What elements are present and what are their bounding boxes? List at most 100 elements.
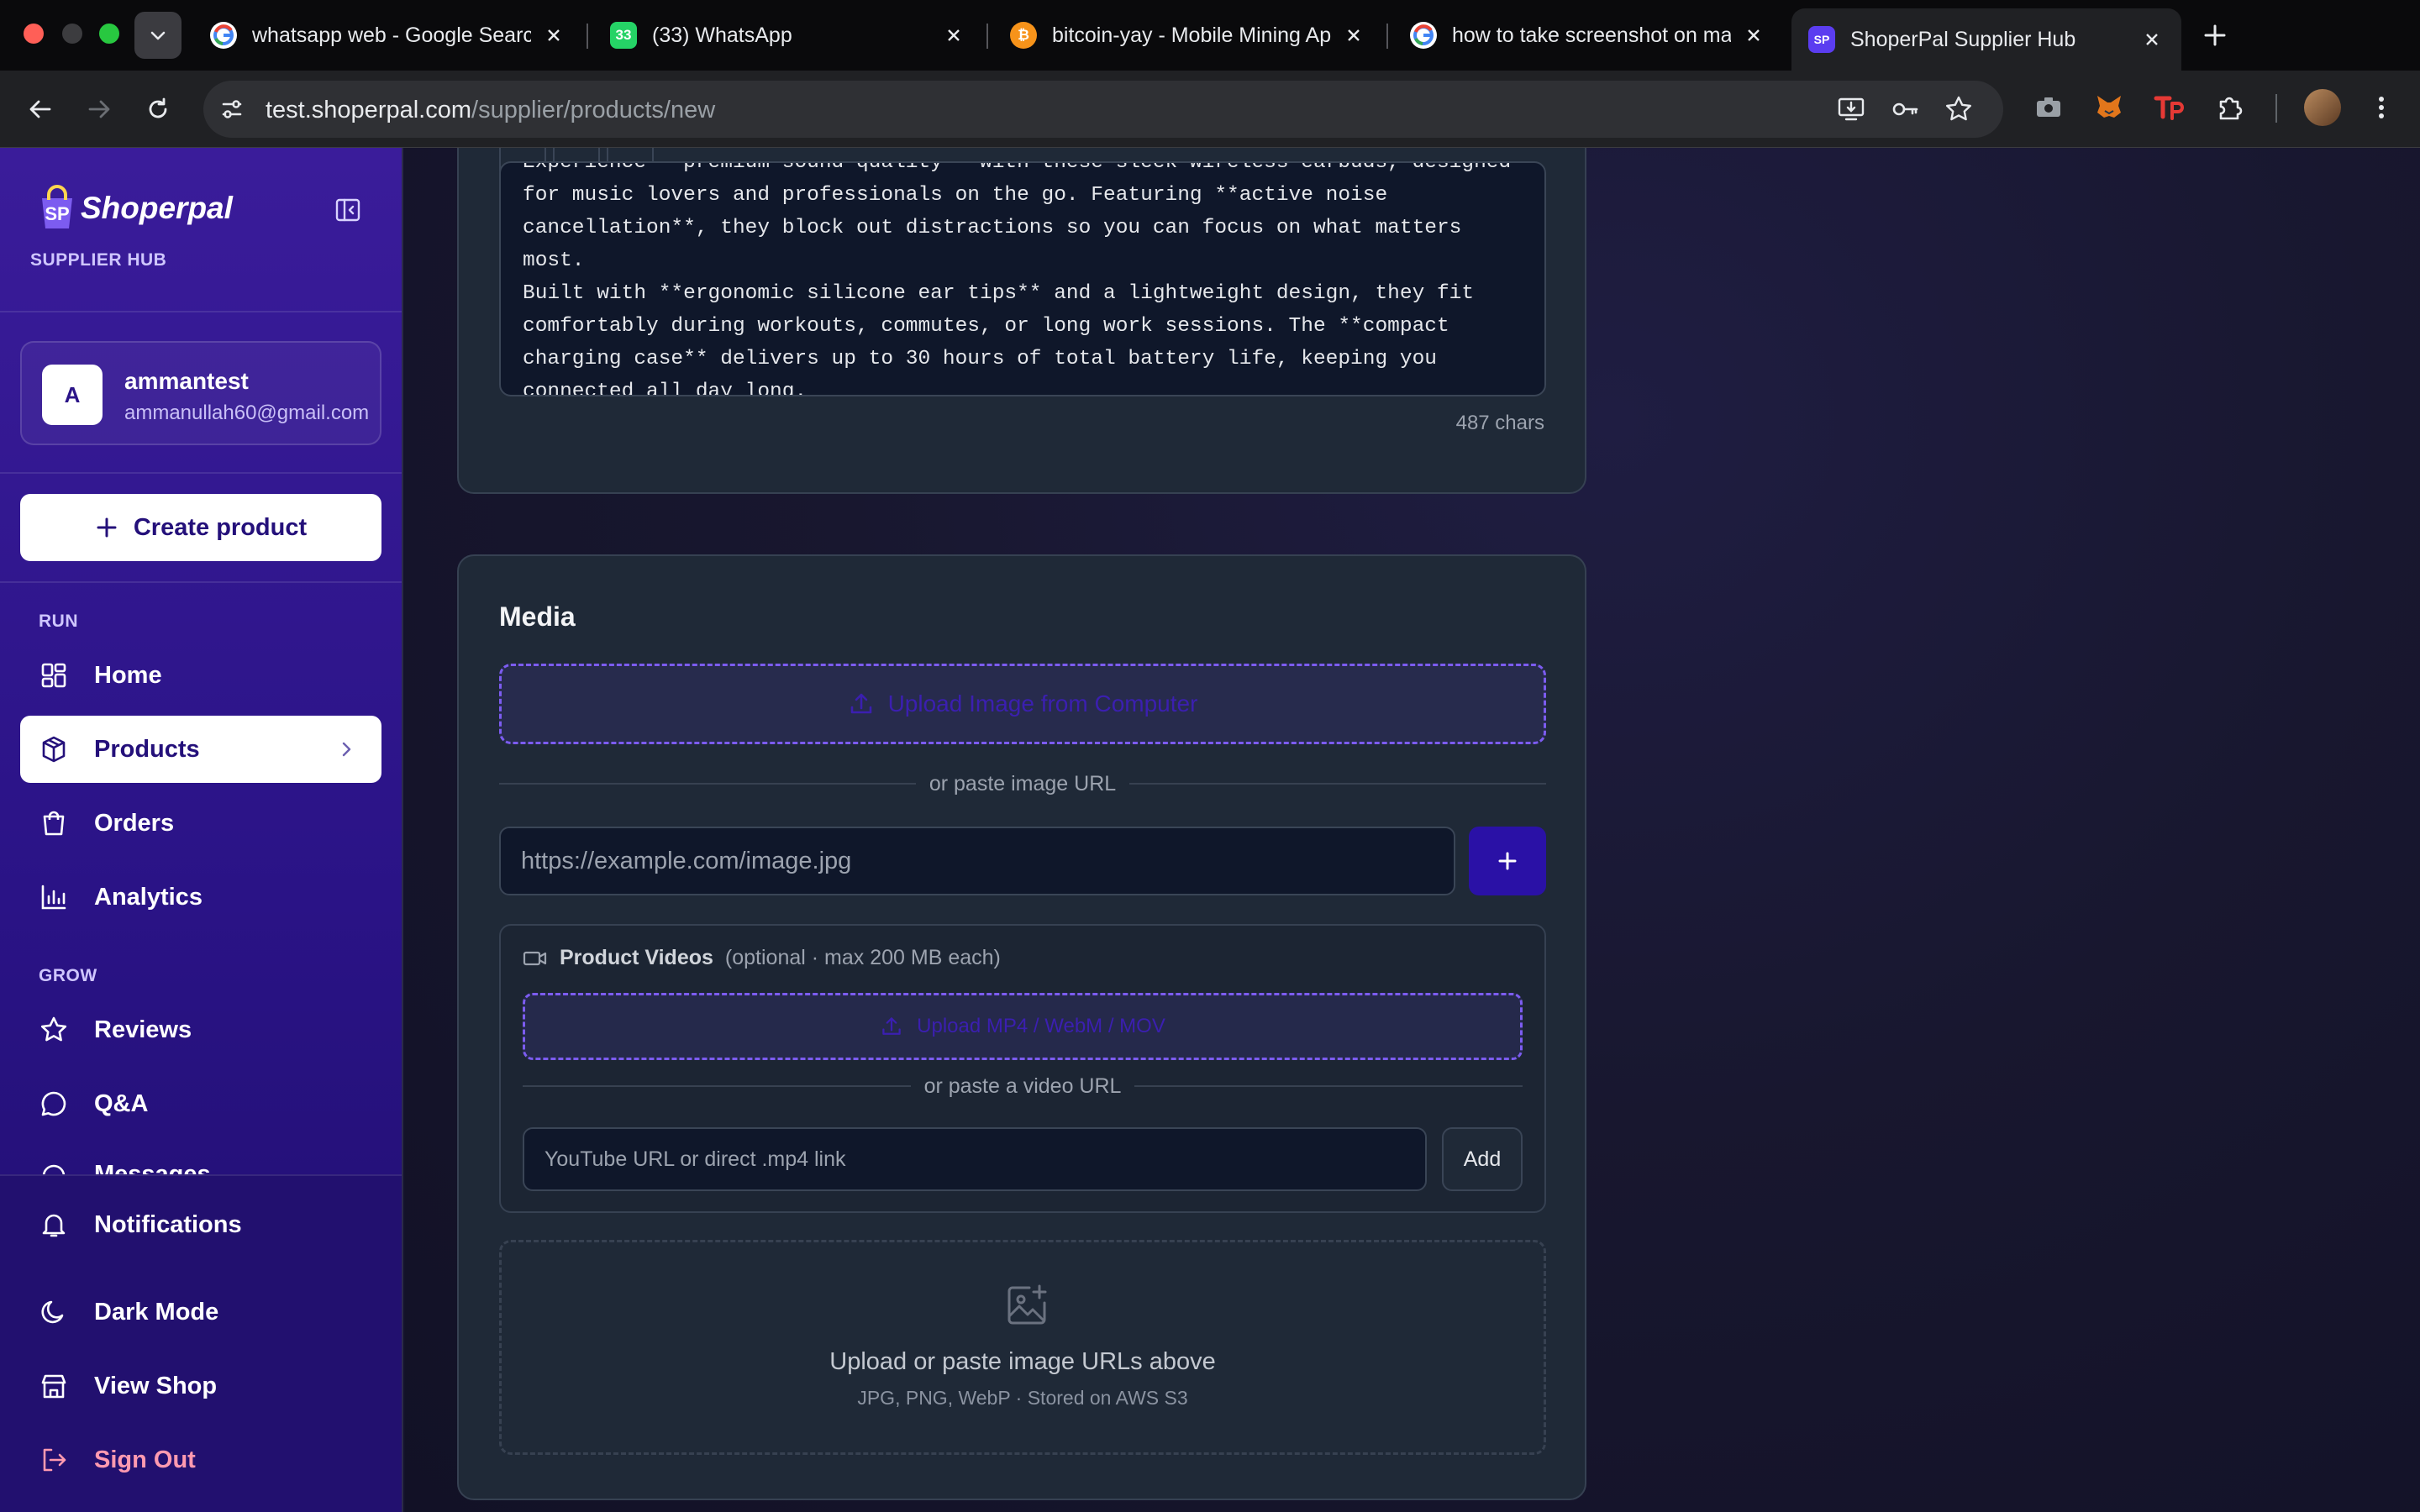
sidebar-item-view-shop[interactable]: View Shop — [20, 1352, 381, 1420]
address-bar[interactable]: test.shoperpal.com/supplier/products/new — [203, 81, 2003, 138]
reload-button[interactable] — [139, 91, 176, 128]
browser-tab-strip: whatsapp web - Google Search 33 (33) Wha… — [0, 0, 2420, 71]
dark-mode-toggle[interactable]: Dark Mode — [20, 1278, 381, 1346]
back-button[interactable] — [22, 91, 59, 128]
video-camera-icon — [523, 951, 547, 965]
site-info-icon[interactable] — [218, 96, 245, 123]
or-paste-video-text: or paste a video URL — [923, 1074, 1122, 1098]
moon-icon — [39, 1297, 69, 1327]
image-url-input[interactable]: https://example.com/image.jpg — [499, 827, 1455, 895]
sidebar-item-orders[interactable]: Orders — [20, 790, 381, 857]
toolbar-separator — [2275, 94, 2277, 123]
add-image-url-button[interactable] — [1469, 827, 1546, 895]
tab-whatsapp[interactable]: 33 (33) WhatsApp — [593, 8, 983, 62]
sidebar-item-notifications[interactable]: Notifications — [20, 1191, 381, 1258]
sidebar-item-reviews[interactable]: Reviews — [20, 996, 381, 1063]
brand[interactable]: SP Shoperpal — [30, 181, 233, 235]
tab-shoperpal[interactable]: SP ShoperPal Supplier Hub — [1791, 8, 2181, 71]
url-path: /supplier/products/new — [471, 97, 716, 123]
camera-extension-icon[interactable] — [2032, 91, 2065, 124]
upload-image-button[interactable]: Upload Image from Computer — [499, 664, 1546, 744]
product-videos-hint: (optional · max 200 MB each) — [724, 946, 1001, 969]
google-g-icon — [1410, 22, 1437, 49]
window-maximize-button[interactable] — [99, 24, 119, 44]
sidebar-item-label: Q&A — [94, 1089, 149, 1117]
reload-icon — [149, 97, 167, 118]
store-icon — [39, 1371, 69, 1401]
upload-video-button[interactable]: Upload MP4 / WebM / MOV — [523, 993, 1523, 1060]
chevron-right-icon — [342, 742, 351, 757]
description-textarea[interactable]: Experience **premium sound quality** wit… — [499, 161, 1546, 396]
bookmark-star-icon[interactable] — [1944, 95, 1973, 123]
description-card: Experience **premium sound quality** wit… — [457, 148, 1586, 494]
tab-separator — [986, 24, 988, 49]
sidebar-item-label: Orders — [94, 809, 175, 837]
close-icon[interactable] — [541, 23, 566, 48]
tab-whatsapp-search[interactable]: whatsapp web - Google Search — [193, 8, 583, 62]
install-app-icon[interactable] — [1837, 95, 1865, 123]
sidebar-item-label: Notifications — [94, 1210, 242, 1238]
sidebar-item-label: Analytics — [94, 883, 203, 911]
product-videos-panel: Product Videos (optional · max 200 MB ea… — [499, 924, 1546, 1213]
drop-zone-subtitle: JPG, PNG, WebP · Stored on AWS S3 — [857, 1387, 1188, 1409]
sidebar-bottom: Notifications Dark Mode View Shop Sign O… — [0, 1174, 402, 1512]
more-vertical-icon[interactable] — [2365, 91, 2398, 124]
video-url-placeholder: YouTube URL or direct .mp4 link — [544, 1147, 846, 1171]
tab-title: how to take screenshot on mac — [1452, 23, 1731, 47]
tp-extension-icon[interactable] — [2153, 91, 2186, 124]
extensions-puzzle-icon[interactable] — [2213, 91, 2247, 124]
plus-icon — [2204, 24, 2226, 46]
svg-text:SP: SP — [45, 203, 69, 224]
sidebar-item-label: Home — [94, 661, 162, 689]
or-divider: or paste image URL — [499, 771, 1547, 796]
window-close-button[interactable] — [24, 24, 44, 44]
url-domain: test.shoperpal.com — [266, 97, 472, 123]
plus-icon — [1498, 852, 1517, 870]
shoperpal-icon: SP — [1808, 26, 1835, 53]
divider — [0, 581, 402, 583]
bell-icon — [39, 1210, 69, 1240]
close-icon[interactable] — [1341, 23, 1366, 48]
sidebar-item-label: Reviews — [94, 1016, 192, 1043]
add-video-button[interactable]: Add — [1442, 1127, 1523, 1191]
profile-avatar[interactable] — [2304, 89, 2341, 126]
product-videos-title: Product Videos — [560, 946, 713, 969]
metamask-fox-icon[interactable] — [2092, 91, 2126, 124]
chat-bubble-icon — [39, 1089, 69, 1119]
bitcoin-icon: ₿ — [1010, 22, 1037, 49]
tab-screenshot-search[interactable]: how to take screenshot on mac — [1393, 8, 1783, 62]
user-email: ammanullah60@gmail.com — [124, 402, 368, 424]
shopping-bag-icon — [39, 808, 69, 838]
supplier-hub-label: SUPPLIER HUB — [30, 250, 167, 270]
tab-bitcoin-yay[interactable]: ₿ bitcoin-yay - Mobile Mining App — [993, 8, 1383, 62]
description-text: Experience **premium sound quality** wit… — [523, 161, 1512, 396]
sidebar-item-analytics[interactable]: Analytics — [20, 864, 381, 931]
password-key-icon[interactable] — [1891, 95, 1919, 123]
video-url-input[interactable]: YouTube URL or direct .mp4 link — [523, 1127, 1427, 1191]
tab-separator — [587, 24, 588, 49]
image-add-icon — [1007, 1284, 1047, 1325]
create-product-button[interactable]: Create product — [20, 494, 381, 561]
tab-title: whatsapp web - Google Search — [252, 23, 531, 47]
sidebar-item-qa[interactable]: Q&A — [20, 1070, 381, 1137]
tab-search-button[interactable] — [134, 12, 182, 59]
sign-out-button[interactable]: Sign Out — [20, 1426, 381, 1494]
user-avatar: A — [42, 365, 103, 425]
close-icon[interactable] — [941, 23, 966, 48]
tab-title: bitcoin-yay - Mobile Mining App — [1052, 23, 1331, 47]
collapse-sidebar-button[interactable] — [331, 193, 365, 227]
user-card[interactable]: A ammantest ammanullah60@gmail.com — [20, 341, 381, 445]
new-tab-button[interactable] — [2198, 18, 2232, 52]
section-label-grow: GROW — [39, 966, 97, 985]
image-drop-zone[interactable]: Upload or paste image URLs above JPG, PN… — [499, 1240, 1546, 1455]
sidebar-item-products[interactable]: Products — [20, 716, 381, 783]
whatsapp-icon: 33 — [610, 22, 637, 49]
close-icon[interactable] — [2139, 27, 2165, 52]
sidebar-item-home[interactable]: Home — [20, 642, 381, 709]
close-icon[interactable] — [1741, 23, 1766, 48]
sidebar-item-label: Products — [94, 735, 200, 763]
forward-button[interactable] — [81, 91, 118, 128]
log-out-icon — [39, 1445, 69, 1475]
window-minimize-button[interactable] — [62, 24, 82, 44]
grid-icon — [39, 660, 69, 690]
